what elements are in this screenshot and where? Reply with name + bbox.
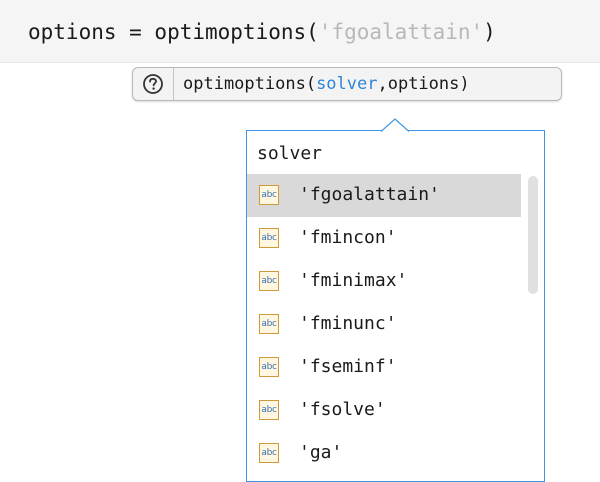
completion-item-label: 'fgoalattain' <box>299 184 440 205</box>
signature-prefix: optimoptions( <box>183 74 317 94</box>
editor-code-line[interactable]: options = optimoptions('fgoalattain') <box>0 0 600 63</box>
completion-item[interactable]: abc 'fmincon' <box>247 217 521 260</box>
question-circle-icon <box>143 74 163 94</box>
completion-item-label: 'fminimax' <box>299 270 408 291</box>
signature-active-argument: solver <box>316 74 378 94</box>
completion-item[interactable]: abc 'fsolve' <box>247 389 521 432</box>
abc-string-icon: abc <box>259 443 279 463</box>
abc-string-icon: abc <box>259 185 279 205</box>
completion-item-label: 'fminunc' <box>299 313 397 334</box>
code-string-argument: 'fgoalattain' <box>318 20 484 44</box>
completion-item[interactable]: abc 'fminunc' <box>247 303 521 346</box>
completion-item-label: 'ga' <box>299 442 343 463</box>
abc-string-icon: abc <box>259 357 279 377</box>
scrollbar[interactable] <box>526 174 540 474</box>
completion-item[interactable]: abc 'fgoalattain' <box>247 174 521 217</box>
completion-item[interactable]: abc 'fseminf' <box>247 346 521 389</box>
function-signature: optimoptions(solver,options) <box>183 74 470 94</box>
code-prefix: options = optimoptions( <box>28 20 319 44</box>
completion-popup: solver abc 'fgoalattain' abc 'fmincon' abc 'f… <box>246 130 545 482</box>
popup-header: solver <box>257 143 323 164</box>
popup-pointer-arrow <box>381 118 409 132</box>
abc-string-icon: abc <box>259 228 279 248</box>
help-button[interactable] <box>133 68 174 100</box>
abc-string-icon: abc <box>259 400 279 420</box>
completion-item-label: 'fseminf' <box>299 356 397 377</box>
scrollbar-thumb[interactable] <box>528 176 538 294</box>
abc-string-icon: abc <box>259 314 279 334</box>
completion-list: abc 'fgoalattain' abc 'fmincon' abc 'fminimax… <box>247 174 525 475</box>
completion-item-label: 'fmincon' <box>299 227 397 248</box>
completion-item[interactable]: abc 'fminimax' <box>247 260 521 303</box>
code-text[interactable]: options = optimoptions('fgoalattain') <box>28 19 496 45</box>
signature-rest: ,options) <box>377 74 470 94</box>
abc-string-icon: abc <box>259 271 279 291</box>
completion-item-label: 'fsolve' <box>299 399 386 420</box>
code-suffix: ) <box>483 20 496 44</box>
function-signature-tooltip: optimoptions(solver,options) <box>132 67 562 101</box>
completion-item[interactable]: abc 'ga' <box>247 432 521 475</box>
